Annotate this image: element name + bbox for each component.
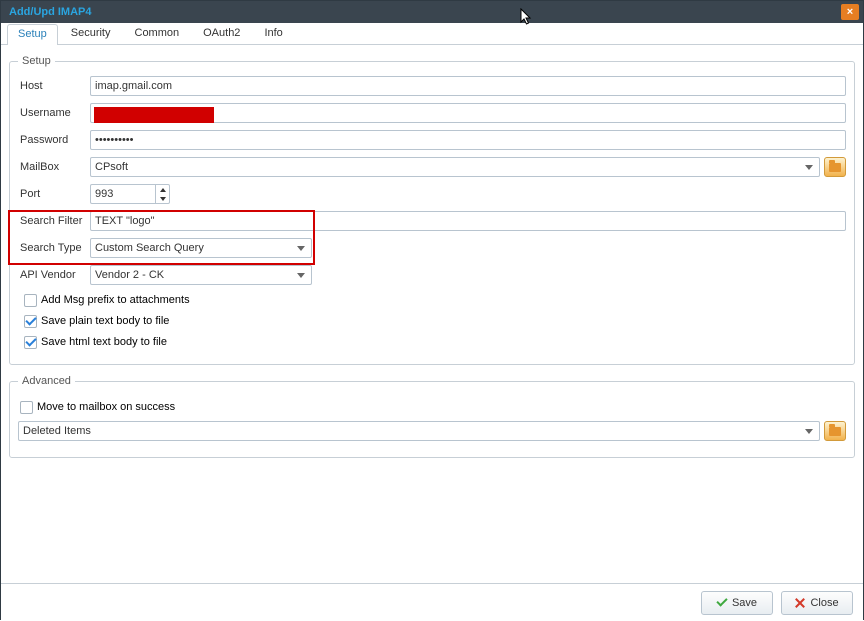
tab-label: Security [71, 27, 111, 39]
spinner-down[interactable] [156, 194, 169, 203]
api-vendor-label: API Vendor [18, 269, 90, 281]
tab-oauth2[interactable]: OAuth2 [192, 23, 251, 44]
search-filter-label: Search Filter [18, 215, 90, 227]
dropdown-icon [801, 165, 817, 170]
spinner-buttons[interactable] [155, 185, 169, 203]
setup-group: Setup Host Username Password MailBox CPs… [9, 55, 855, 365]
advanced-folder-select[interactable]: Deleted Items [18, 421, 820, 441]
move-mailbox-label: Move to mailbox on success [37, 401, 175, 413]
search-filter-input[interactable] [90, 211, 846, 231]
api-vendor-select[interactable]: Vendor 2 - CK [90, 265, 312, 285]
tab-common[interactable]: Common [124, 23, 191, 44]
save-plain-checkbox[interactable] [24, 315, 37, 328]
add-prefix-checkbox[interactable] [24, 294, 37, 307]
window-title: Add/Upd IMAP4 [9, 6, 92, 18]
move-mailbox-checkbox[interactable] [20, 401, 33, 414]
save-html-checkbox[interactable] [24, 336, 37, 349]
tab-security[interactable]: Security [60, 23, 122, 44]
folder-icon [829, 427, 841, 436]
save-plain-label: Save plain text body to file [41, 315, 169, 327]
close-button[interactable]: Close [781, 591, 853, 615]
tab-info[interactable]: Info [253, 23, 293, 44]
x-icon [795, 598, 805, 608]
advanced-folder-browse-button[interactable] [824, 421, 846, 441]
title-bar: Add/Upd IMAP4 × [1, 1, 863, 23]
dropdown-icon [801, 429, 817, 434]
folder-icon [829, 163, 841, 172]
password-input[interactable] [90, 130, 846, 150]
mailbox-select[interactable]: CPsoft [90, 157, 820, 177]
tab-setup[interactable]: Setup [7, 24, 58, 45]
add-prefix-label: Add Msg prefix to attachments [41, 294, 190, 306]
api-vendor-value: Vendor 2 - CK [95, 269, 164, 281]
mailbox-value: CPsoft [95, 161, 128, 173]
advanced-folder-value: Deleted Items [23, 425, 91, 437]
dropdown-icon [293, 273, 309, 278]
tab-label: Setup [18, 28, 47, 40]
tab-label: OAuth2 [203, 27, 240, 39]
search-type-label: Search Type [18, 242, 90, 254]
username-label: Username [18, 107, 90, 119]
advanced-group: Advanced Move to mailbox on success Dele… [9, 375, 855, 458]
footer-bar: Save Close [1, 583, 863, 621]
port-spinner[interactable]: 993 [90, 184, 170, 204]
spinner-up[interactable] [156, 185, 169, 194]
mailbox-label: MailBox [18, 161, 90, 173]
tab-label: Common [135, 27, 180, 39]
username-redacted [94, 107, 214, 123]
password-label: Password [18, 134, 90, 146]
mailbox-browse-button[interactable] [824, 157, 846, 177]
window-close-button[interactable]: × [841, 4, 859, 20]
advanced-legend: Advanced [18, 375, 75, 387]
port-value: 993 [95, 188, 113, 200]
host-input[interactable] [90, 76, 846, 96]
content-area: Setup Host Username Password MailBox CPs… [1, 45, 863, 583]
save-html-label: Save html text body to file [41, 336, 167, 348]
host-label: Host [18, 80, 90, 92]
search-type-value: Custom Search Query [95, 242, 204, 254]
close-icon: × [847, 7, 853, 18]
check-icon [716, 595, 727, 606]
tab-label: Info [264, 27, 282, 39]
tab-bar: Setup Security Common OAuth2 Info [1, 23, 863, 45]
dropdown-icon [293, 246, 309, 251]
port-label: Port [18, 188, 90, 200]
save-label: Save [732, 597, 757, 609]
setup-legend: Setup [18, 55, 55, 67]
search-type-select[interactable]: Custom Search Query [90, 238, 312, 258]
close-label: Close [810, 597, 838, 609]
save-button[interactable]: Save [701, 591, 773, 615]
